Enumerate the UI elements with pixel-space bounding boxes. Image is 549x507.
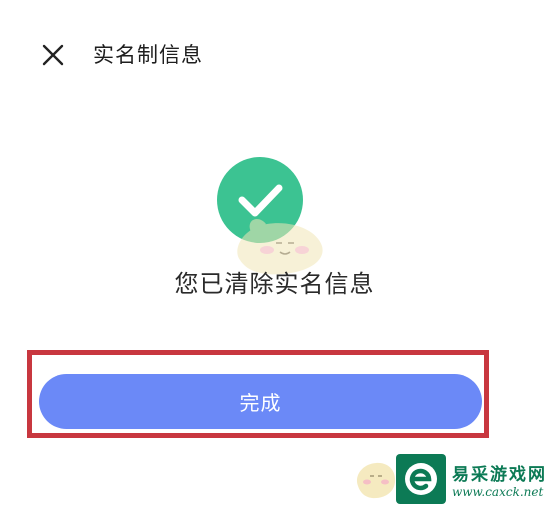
done-button[interactable]: 完成 [39,374,482,429]
watermark-site-name: 易采游戏网 [452,465,547,485]
top-bar: 实名制信息 [0,0,549,110]
page-title: 实名制信息 [93,43,203,67]
result-message: 您已清除实名信息 [174,270,375,298]
watermark-site-url: www.caxck.net [452,485,544,499]
close-icon [42,44,64,66]
e-logo-icon [396,454,446,504]
site-watermark: 易采游戏网 www.caxck.net [352,450,549,507]
close-button[interactable] [38,40,68,70]
watermark-mascot-icon [352,456,398,502]
